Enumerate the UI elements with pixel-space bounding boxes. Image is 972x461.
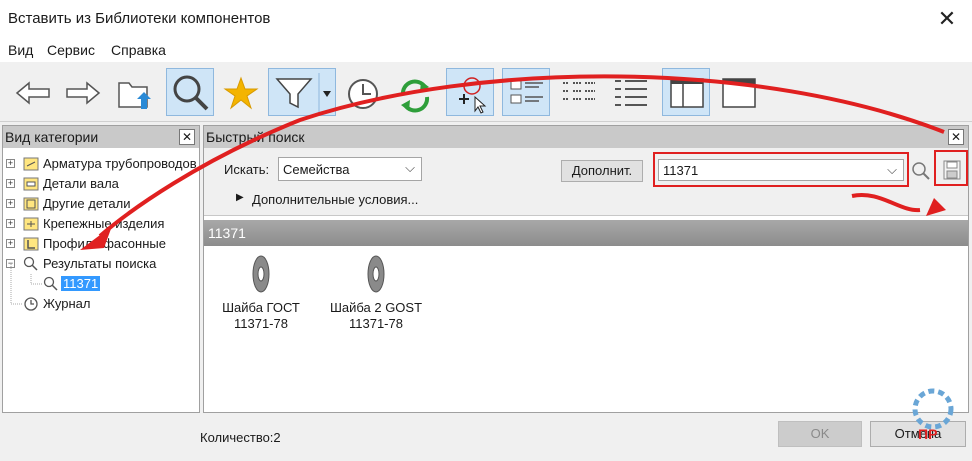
result-item-name: Шайба 2 GOST [329, 300, 423, 315]
quick-search-title: Быстрый поиск [206, 129, 305, 145]
preview-pane-button[interactable] [662, 68, 710, 116]
window-close-button[interactable]: ✕ [934, 6, 960, 32]
refresh-button[interactable] [390, 68, 438, 116]
menu-help[interactable]: Справка [111, 42, 166, 58]
highlight-search-box [653, 152, 909, 187]
toolbar [0, 62, 972, 122]
history-button[interactable] [340, 68, 388, 116]
category-panel-title: Вид категории [5, 129, 99, 145]
funnel-icon [275, 73, 331, 113]
filter-button[interactable] [268, 68, 336, 116]
clock-icon [348, 79, 378, 109]
star-icon [223, 76, 259, 110]
result-item-standard: 11371-78 [234, 316, 288, 331]
ok-button[interactable]: OK [778, 421, 862, 447]
forward-button[interactable] [58, 68, 106, 116]
washer-icon [367, 255, 385, 293]
window-icon [722, 78, 756, 108]
category-panel-close-button[interactable]: ✕ [179, 129, 195, 145]
result-item[interactable]: Шайба 2 GOST 11371-78 [324, 252, 428, 332]
search-in-label: Искать: [224, 162, 270, 177]
folder-up-button[interactable] [110, 68, 158, 116]
result-item-name: Шайба ГОСТ [222, 300, 300, 315]
search-tool-button[interactable] [166, 68, 214, 116]
results-count: Количество:2 [200, 430, 281, 445]
category-panel: Вид категории ✕ + Арматура трубопроводов… [2, 125, 200, 413]
more-button[interactable]: Дополнит. [561, 160, 643, 182]
magnifier-icon [173, 75, 209, 111]
arrow-left-icon [15, 81, 50, 105]
folder-up-icon [118, 82, 151, 109]
large-icons-view-button[interactable] [502, 68, 550, 116]
search-in-select[interactable]: Семейства ⌵ [278, 157, 422, 181]
list-small-icon [563, 82, 595, 100]
result-item[interactable]: Шайба ГОСТ 11371-78 [216, 252, 306, 332]
highlight-save-button [934, 150, 968, 186]
arrow-right-icon [66, 81, 101, 105]
small-icons-view-button[interactable] [554, 68, 602, 116]
magnifier-plus-icon [459, 77, 487, 114]
window-pane-button[interactable] [714, 68, 762, 116]
back-button[interactable] [8, 68, 56, 116]
results-header-label: 11371 [208, 225, 246, 241]
list-large-icon [510, 80, 543, 104]
expand-triangle-icon[interactable]: ▶ [236, 192, 244, 203]
refresh-icon [400, 79, 430, 113]
quick-search-close-button[interactable]: ✕ [948, 129, 964, 145]
category-panel-header: Вид категории ✕ [3, 126, 199, 148]
title-bar: Вставить из Библиотеки компонентов ✕ [0, 0, 972, 38]
extra-conditions-toggle[interactable]: Дополнительные условия... [252, 192, 418, 207]
menu-view[interactable]: Вид [8, 42, 33, 58]
chevron-down-icon: ⌵ [405, 160, 415, 175]
add-to-search-button[interactable] [446, 68, 494, 116]
tree-item-label: Арматура трубопроводов [43, 156, 197, 171]
list-details-icon [615, 80, 647, 106]
quick-search-header: Быстрый поиск ✕ [204, 126, 968, 148]
pane-split-icon [670, 78, 704, 108]
details-view-button[interactable] [606, 68, 654, 116]
menu-service[interactable]: Сервис [47, 42, 95, 58]
result-item-standard: 11371-78 [349, 316, 403, 331]
search-icon[interactable] [911, 161, 931, 181]
tree-item-label: 11371 [61, 276, 101, 291]
results-header: 11371 [204, 220, 968, 246]
favorites-button[interactable] [216, 68, 264, 116]
tree-lines [10, 264, 43, 305]
washer-icon [252, 255, 270, 293]
search-in-value: Семейства [283, 162, 350, 177]
window-title: Вставить из Библиотеки компонентов [8, 10, 271, 27]
watermark-text: ПР [918, 426, 938, 442]
menu-bar: Вид Сервис Справка [0, 38, 972, 62]
